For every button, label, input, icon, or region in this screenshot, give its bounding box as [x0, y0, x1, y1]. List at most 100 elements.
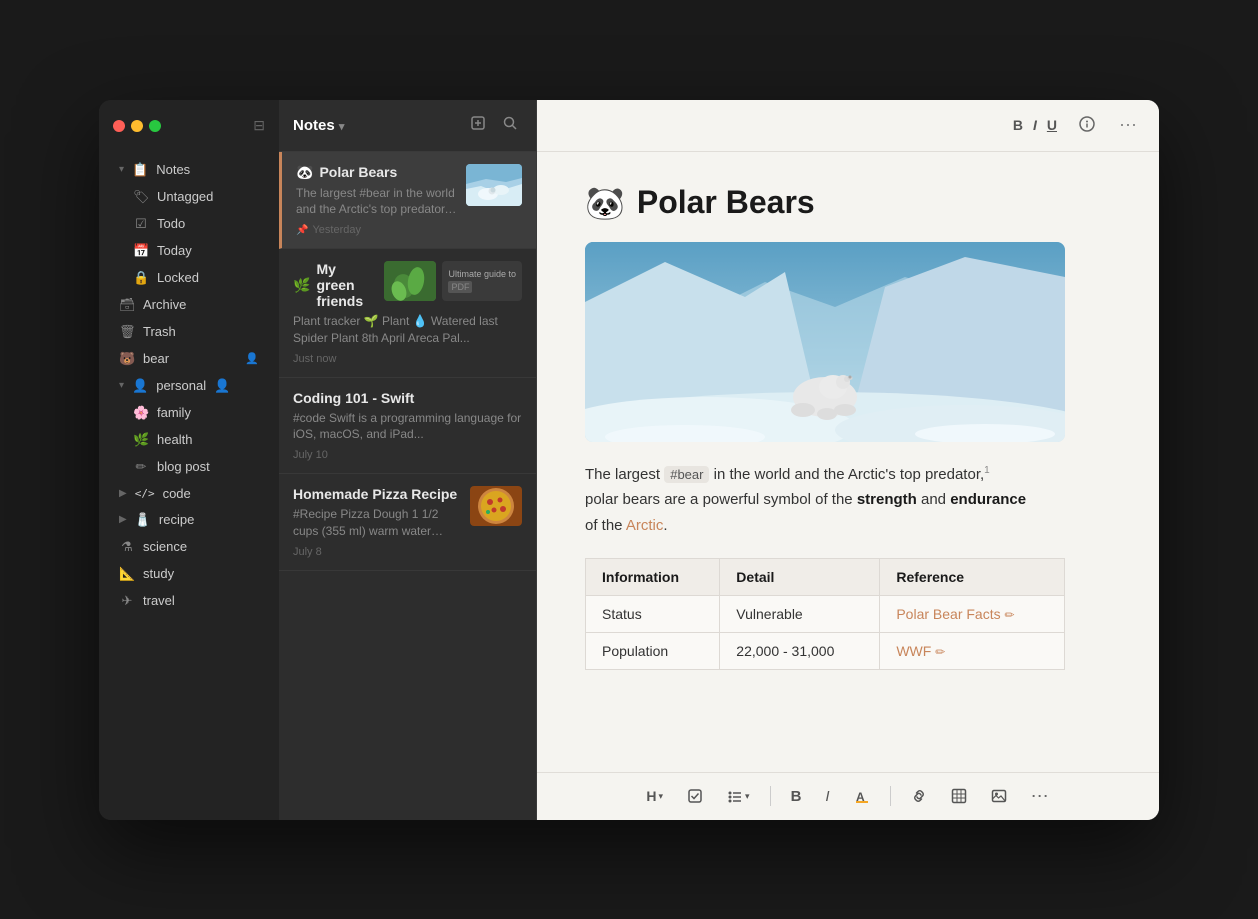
highlight-button[interactable]: A	[846, 783, 878, 809]
note-date-polar-bears: 📌 Yesterday	[296, 224, 522, 236]
info-button[interactable]	[1073, 112, 1101, 139]
editor-content[interactable]: 🐼 Polar Bears	[537, 152, 1159, 772]
edit-icon: ✏	[935, 645, 945, 659]
search-icon[interactable]	[498, 111, 522, 140]
fullscreen-button[interactable]	[149, 120, 161, 132]
chevron-right-icon: ▶	[119, 514, 127, 525]
dropdown-arrow-icon[interactable]: ▾	[339, 121, 345, 133]
toolbar-divider	[770, 786, 771, 806]
table-cell-population-reference[interactable]: WWF ✏	[880, 633, 1065, 670]
travel-icon: ✈	[119, 593, 135, 609]
sidebar-item-bear[interactable]: 🐻 bear 👤	[105, 346, 273, 372]
table-header-reference: Reference	[880, 559, 1065, 596]
editor-panel: B I U ⋯ 🐼 Polar Bears	[537, 100, 1159, 820]
list-button[interactable]: ▾	[719, 783, 758, 809]
sidebar-item-blog-post[interactable]: ✏ blog post	[105, 454, 273, 480]
note-title-polar-bears: 🐼 Polar Bears	[296, 164, 458, 181]
bold-button[interactable]: B	[1009, 115, 1027, 135]
note-item-polar-bears[interactable]: 🐼 Polar Bears The largest #bear in the w…	[279, 152, 536, 250]
compose-icon[interactable]	[466, 111, 490, 140]
note-preview-coding: #code Swift is a programming language fo…	[293, 410, 522, 444]
bold-strength: strength	[857, 491, 917, 508]
sidebar-item-personal[interactable]: ▾ 👤 personal 👤	[105, 373, 273, 399]
link-button[interactable]	[903, 783, 935, 809]
note-item-pizza[interactable]: Homemade Pizza Recipe #Recipe Pizza Doug…	[279, 474, 536, 571]
checkbox-button[interactable]	[679, 783, 711, 809]
note-title-pizza: Homemade Pizza Recipe	[293, 486, 462, 502]
table-cell-population-info: Population	[586, 633, 720, 670]
table-cell-status-detail: Vulnerable	[720, 596, 880, 633]
italic-button[interactable]: I	[1029, 115, 1041, 135]
code-icon: </>	[135, 487, 155, 500]
editor-body: The largest #bear in the world and the A…	[585, 462, 1111, 539]
pin-icon: 📌	[296, 225, 308, 236]
close-button[interactable]	[113, 120, 125, 132]
bold-format-button[interactable]: B	[783, 783, 810, 810]
archive-icon: 🗃	[119, 297, 135, 313]
sidebar-item-study[interactable]: 📐 study	[105, 561, 273, 587]
sidebar-item-recipe[interactable]: ▶ 🧂 recipe	[105, 507, 273, 533]
trash-icon: 🗑	[119, 324, 135, 340]
sidebar-item-todo[interactable]: ☑ Todo	[105, 211, 273, 237]
science-icon: ⚗	[119, 539, 135, 555]
bear-badge: 👤	[245, 352, 259, 365]
more-button[interactable]: ⋯	[1113, 111, 1143, 140]
tag-icon: 🏷	[133, 189, 149, 205]
sidebar-item-archive[interactable]: 🗃 Archive	[105, 292, 273, 318]
sidebar-item-trash[interactable]: 🗑 Trash	[105, 319, 273, 345]
arctic-link[interactable]: Arctic	[626, 517, 664, 534]
table-button[interactable]	[943, 783, 975, 809]
study-icon: 📐	[119, 566, 135, 582]
sidebar-item-science[interactable]: ⚗ science	[105, 534, 273, 560]
table-header-information: Information	[586, 559, 720, 596]
data-table: Information Detail Reference Status Vuln…	[585, 558, 1065, 670]
chevron-down-icon: ▾	[119, 380, 124, 391]
sidebar-item-notes[interactable]: ▾ 📋 Notes	[105, 157, 273, 183]
note-preview-green-friends: Plant tracker 🌱 Plant 💧 Watered last Spi…	[293, 313, 522, 347]
sidebar-item-family[interactable]: 🌸 family	[105, 400, 273, 426]
bear-icon: 🐻	[119, 351, 135, 367]
format-biu-group: B I U	[1009, 115, 1061, 135]
notes-icon: 📋	[132, 162, 148, 178]
note-item-coding[interactable]: Coding 101 - Swift #code Swift is a prog…	[279, 378, 536, 475]
note-date-pizza: July 8	[293, 546, 522, 558]
sidebar: ⊟ ▾ 📋 Notes 🏷 Untagged ☑ Todo 📅 Today	[99, 100, 279, 820]
italic-format-button[interactable]: I	[817, 783, 837, 810]
sidebar-item-code[interactable]: ▶ </> code	[105, 481, 273, 506]
sidebar-item-travel[interactable]: ✈ travel	[105, 588, 273, 614]
personal-badge: 👤	[214, 378, 230, 394]
note-title-coding: Coding 101 - Swift	[293, 390, 522, 406]
personal-icon: 👤	[132, 378, 148, 394]
table-cell-population-detail: 22,000 - 31,000	[720, 633, 880, 670]
lock-icon: 🔒	[133, 270, 149, 286]
note-preview-polar-bears: The largest #bear in the world and the A…	[296, 185, 458, 219]
health-icon: 🌿	[133, 432, 149, 448]
table-cell-status-reference[interactable]: Polar Bear Facts ✏	[880, 596, 1065, 633]
sidebar-nav: ▾ 📋 Notes 🏷 Untagged ☑ Todo 📅 Today 🔒 Lo…	[99, 152, 279, 820]
chevron-down-icon: ▾	[119, 164, 124, 175]
edit-icon: ✏	[1005, 608, 1015, 622]
bold-endurance: endurance	[950, 491, 1026, 508]
sidebar-titlebar: ⊟	[99, 100, 279, 152]
notes-list-header: Notes ▾	[279, 100, 536, 152]
notes-list-title: Notes ▾	[293, 117, 458, 134]
sidebar-toggle-icon[interactable]: ⊟	[253, 117, 265, 134]
underline-button[interactable]: U	[1043, 115, 1061, 135]
hashtag-bear[interactable]: #bear	[664, 466, 709, 483]
minimize-button[interactable]	[131, 120, 143, 132]
more-options-button[interactable]: ⋯	[1023, 781, 1058, 812]
editor-title: 🐼 Polar Bears	[585, 184, 1111, 222]
table-row: Status Vulnerable Polar Bear Facts ✏	[586, 596, 1065, 633]
toolbar-divider-2	[890, 786, 891, 806]
note-date-green-friends: Just now	[293, 353, 522, 365]
table-header-detail: Detail	[720, 559, 880, 596]
sidebar-item-health[interactable]: 🌿 health	[105, 427, 273, 453]
image-button[interactable]	[983, 783, 1015, 809]
title-emoji: 🐼	[585, 184, 625, 222]
sidebar-item-today[interactable]: 📅 Today	[105, 238, 273, 264]
sidebar-item-untagged[interactable]: 🏷 Untagged	[105, 184, 273, 210]
notes-list-panel: Notes ▾	[279, 100, 537, 820]
sidebar-item-locked[interactable]: 🔒 Locked	[105, 265, 273, 291]
note-item-green-friends[interactable]: Ultimate guide to PDF 🌿 My green friends…	[279, 249, 536, 378]
heading-button[interactable]: H ▾	[638, 783, 671, 809]
